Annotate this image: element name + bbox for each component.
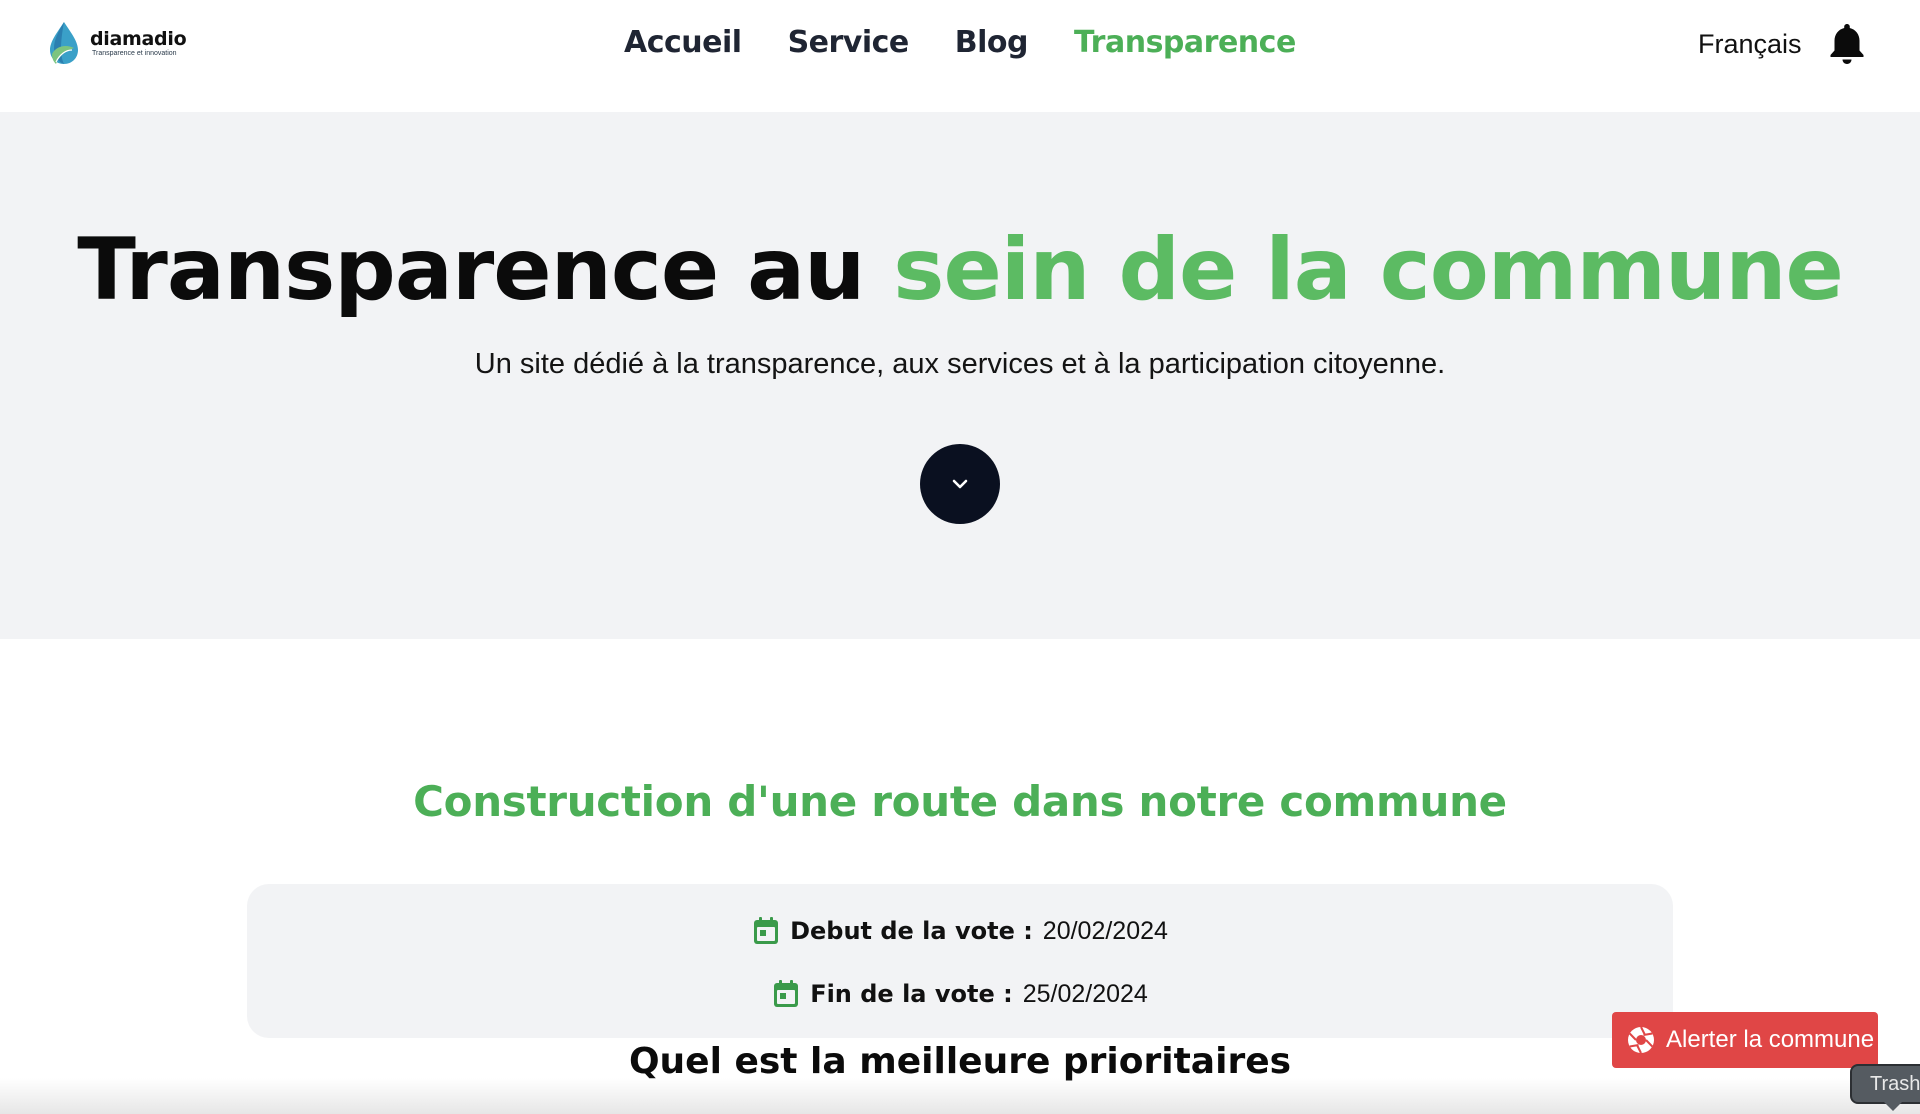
bell-icon[interactable]	[1828, 22, 1866, 66]
nav-service[interactable]: Service	[788, 22, 910, 64]
logo-name: diamadio	[90, 28, 187, 50]
vote-start-row: Debut de la vote : 20/02/2024	[247, 916, 1673, 946]
nav-accueil[interactable]: Accueil	[624, 22, 742, 64]
trash-tooltip-label: Trash	[1870, 1073, 1920, 1095]
vote-start-label: Debut de la vote :	[790, 917, 1033, 945]
vote-start-date: 20/02/2024	[1042, 917, 1168, 945]
site-header: diamadio Transparence et innovation Accu…	[0, 0, 1920, 112]
chevron-down-icon	[952, 479, 968, 489]
trash-tooltip: Trash	[1850, 1064, 1920, 1111]
language-selector[interactable]: Français	[1698, 26, 1802, 62]
vote-dates-card: Debut de la vote : 20/02/2024 Fin de la …	[247, 884, 1673, 1038]
site-logo[interactable]: diamadio Transparence et innovation	[46, 20, 187, 66]
hero-title-green: sein de la commune	[893, 220, 1843, 320]
vote-end-label: Fin de la vote :	[810, 980, 1013, 1008]
bottom-shadow	[0, 1078, 1920, 1114]
vote-title: Construction d'une route dans notre comm…	[413, 777, 1507, 826]
nav-blog[interactable]: Blog	[955, 22, 1029, 64]
hero-title: Transparence au sein de la commune	[0, 220, 1920, 320]
calendar-icon	[754, 917, 779, 944]
main-nav: Accueil Service Blog Transparence	[624, 22, 1296, 64]
hero-title-dark: Transparence au	[77, 220, 894, 320]
scroll-down-button[interactable]	[920, 444, 1000, 524]
logo-tagline: Transparence et innovation	[92, 50, 177, 57]
hero-section: Transparence au sein de la commune Un si…	[0, 112, 1920, 639]
hero-subtitle: Un site dédié à la transparence, aux ser…	[474, 348, 1446, 380]
alert-commune-label: Alerter la commune	[1666, 1026, 1875, 1053]
water-drop-leaf-logo	[50, 22, 78, 64]
aperture-icon	[1628, 1026, 1654, 1054]
calendar-icon	[774, 980, 799, 1007]
alert-commune-button[interactable]: Alerter la commune	[1612, 1012, 1878, 1068]
vote-end-row: Fin de la vote : 25/02/2024	[247, 979, 1673, 1009]
vote-end-date: 25/02/2024	[1022, 980, 1148, 1008]
nav-transparence[interactable]: Transparence	[1074, 22, 1296, 64]
